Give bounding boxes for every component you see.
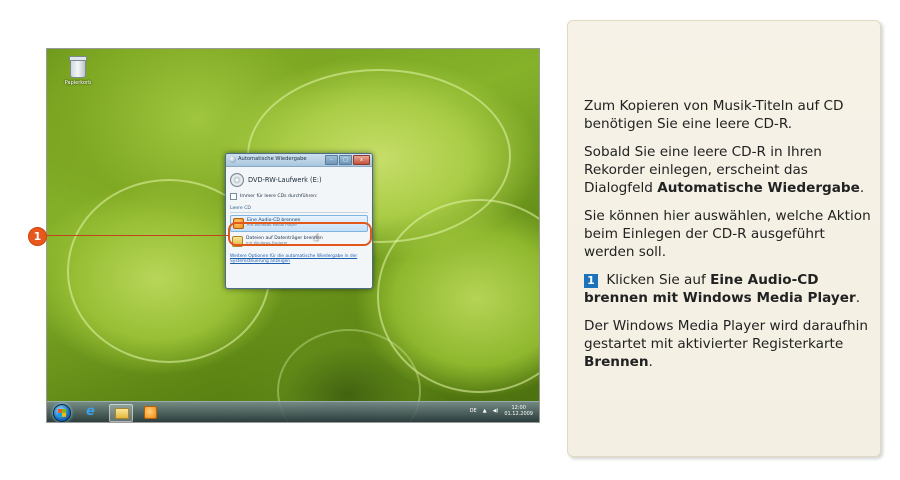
taskbar-media-player[interactable] [139,404,161,420]
highlight-ring [228,222,372,246]
close-button[interactable]: x [353,155,370,165]
paragraph-choose: Sie können hier auswählen, welche Aktion… [584,208,871,260]
dvd-drive-icon [230,173,244,187]
language-indicator[interactable]: DE [470,408,477,414]
paragraph-result: Der Windows Media Player wird daraufhin … [584,317,874,371]
system-tray: DE ▲ ◀) 12:00 01.12.2009 [470,405,533,417]
taskbar-internet-explorer[interactable]: e [81,404,103,420]
paragraph-intro: Zum Kopieren von Musik-Titeln auf CD ben… [584,98,844,132]
autoplay-dialog: Automatische Wiedergabe – □ x DVD-RW-Lau… [225,153,373,289]
media-player-icon [144,406,157,419]
folder-icon [115,408,129,419]
volume-icon[interactable]: ◀) [493,408,499,414]
callout-badge: 1 [28,227,47,246]
section-blank-cd: Leere CD [230,206,368,213]
maximize-button[interactable]: □ [339,155,352,165]
checkbox-box[interactable] [230,193,237,200]
tab-name: Brennen [584,354,649,370]
start-button[interactable] [53,404,71,422]
recycle-bin-icon [69,56,87,78]
tray-arrow-icon[interactable]: ▲ [483,408,487,414]
dialog-name: Automatische Wiedergabe [657,180,860,196]
callout-line [40,235,230,236]
drive-name: DVD-RW-Laufwerk (E:) [248,176,322,184]
clock[interactable]: 12:00 01.12.2009 [504,405,533,417]
paragraph-step-1: 1 Klicken Sie auf Eine Audio-CD brennen … [584,271,874,307]
taskbar-explorer[interactable] [109,404,133,422]
instruction-panel: Zum Kopieren von Musik-Titeln auf CD ben… [567,20,881,457]
clock-date: 01.12.2009 [504,411,533,417]
internet-explorer-icon: e [86,404,95,419]
checkbox-label: Immer für leere CDs durchführen: [240,194,318,199]
paragraph-end: . [648,354,653,370]
recycle-bin[interactable]: Papierkorb [61,56,95,86]
paragraph-end: . [859,180,865,196]
paragraph-dialog: Sobald Sie eine leere CD-R in Ihren Reko… [584,143,874,197]
paragraph-text: Der Windows Media Player wird daraufhin … [584,318,868,352]
always-do-checkbox[interactable]: Immer für leere CDs durchführen: [230,193,368,200]
autoplay-icon [229,156,236,163]
recycle-bin-label: Papierkorb [64,80,92,86]
minimize-button[interactable]: – [325,155,338,165]
dialog-title: Automatische Wiedergabe [238,156,307,162]
step-text: Klicken Sie auf [602,272,711,288]
dialog-titlebar[interactable]: Automatische Wiedergabe – □ x [226,154,372,167]
taskbar: e DE ▲ ◀) 12:00 01.12.2009 [47,401,539,422]
paragraph-end: . [855,290,861,306]
more-options-link[interactable]: Weitere Optionen für die automatische Wi… [230,254,368,264]
step-number-badge: 1 [584,274,598,288]
drive-header: DVD-RW-Laufwerk (E:) [230,173,368,187]
